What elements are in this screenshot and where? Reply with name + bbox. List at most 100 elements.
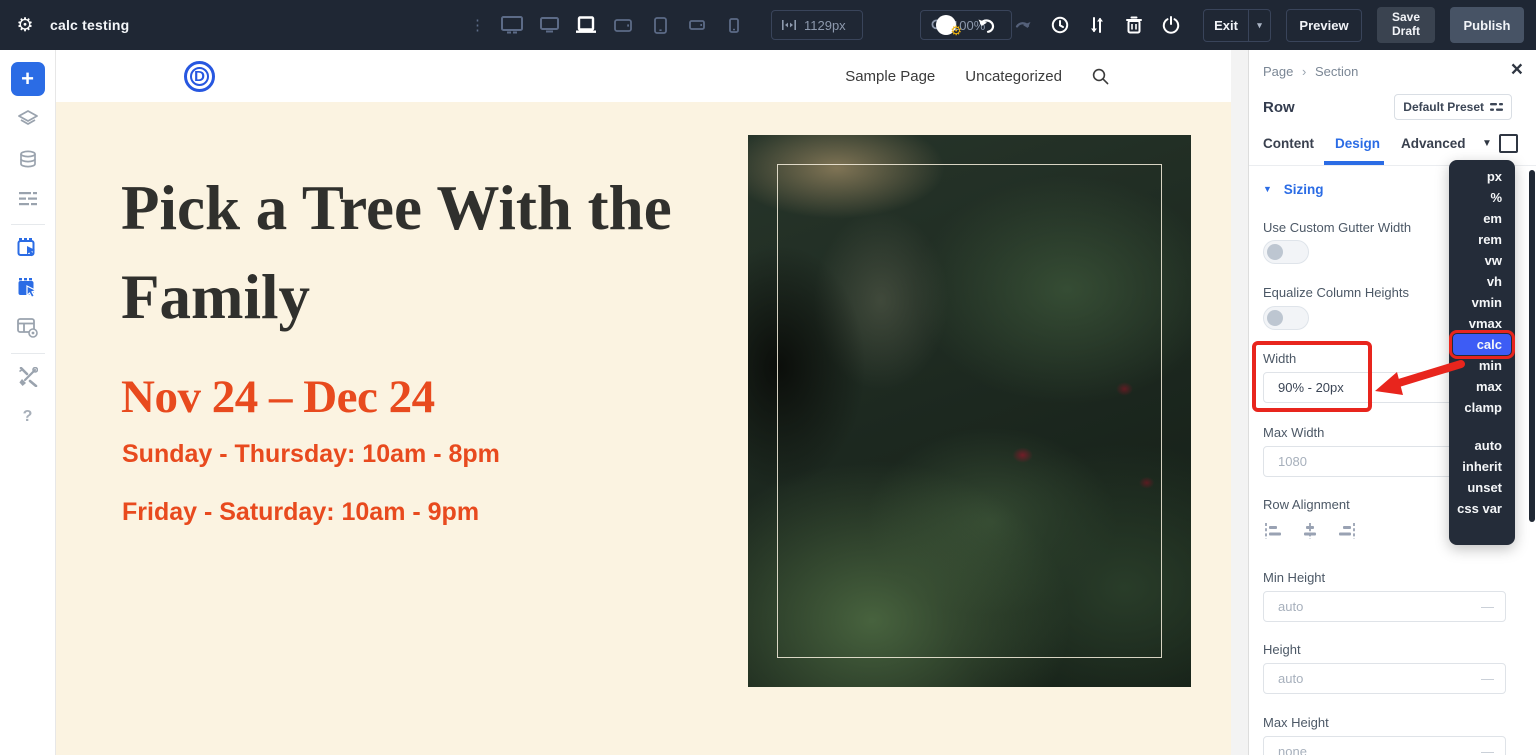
unit-option-vmin[interactable]: vmin — [1449, 292, 1515, 313]
laptop-icon-active[interactable] — [574, 12, 598, 38]
width-label: Width — [1263, 351, 1297, 366]
builder-topbar: ⚙ calc testing ⋮ 1129px 100% ⚙ Exit ▾ Pr… — [0, 0, 1536, 50]
nav-link-uncategorized[interactable]: Uncategorized — [965, 68, 1062, 85]
element-title: Row — [1263, 99, 1295, 116]
unit-option-unset[interactable]: unset — [1449, 477, 1515, 498]
min-height-label: Min Height — [1263, 570, 1326, 585]
desktop-xl-icon[interactable] — [500, 12, 524, 38]
tab-advanced[interactable]: Advanced — [1401, 136, 1466, 151]
unit-dropdown-menu: px % em rem vw vh vmin vmax calc min max… — [1449, 160, 1515, 545]
max-height-field-wrap: — — [1263, 736, 1506, 755]
unit-option-inherit[interactable]: inherit — [1449, 456, 1515, 477]
divi-logo[interactable]: D — [184, 60, 215, 92]
breadcrumb-section[interactable]: Section — [1315, 64, 1358, 79]
evergreen-photo[interactable] — [748, 135, 1191, 687]
width-arrows-icon — [782, 20, 796, 30]
unit-option-max[interactable]: max — [1449, 376, 1515, 397]
site-header: D Sample Page Uncategorized — [56, 50, 1231, 102]
default-preset-button[interactable]: Default Preset — [1394, 94, 1512, 120]
max-width-label: Max Width — [1263, 425, 1325, 440]
sort-layers-icon[interactable] — [1086, 13, 1108, 37]
max-height-label: Max Height — [1263, 715, 1329, 730]
height-label: Height — [1263, 642, 1301, 657]
sizing-title: Sizing — [1283, 182, 1324, 197]
hero-hours-fri-sat[interactable]: Friday - Saturday: 10am - 9pm — [122, 498, 479, 527]
page-title: calc testing — [50, 17, 130, 33]
close-icon[interactable]: × — [1511, 58, 1523, 82]
height-field-wrap: — — [1263, 663, 1506, 694]
responsive-square-icon[interactable] — [1499, 134, 1518, 153]
unit-option-css-var[interactable]: css var — [1449, 498, 1515, 519]
tablet-portrait-icon[interactable] — [648, 12, 672, 38]
align-left-icon[interactable] — [1263, 520, 1283, 542]
min-height-field-wrap: — — [1263, 591, 1506, 622]
preset-sliders-icon — [1490, 102, 1503, 112]
unit-option-calc-selected[interactable]: calc — [1449, 330, 1515, 359]
tools-icon[interactable] — [11, 360, 45, 394]
page-settings-icon[interactable] — [11, 311, 45, 345]
unit-option-vh[interactable]: vh — [1449, 271, 1515, 292]
page-list-icon[interactable] — [11, 182, 45, 216]
layers-icon[interactable] — [11, 102, 45, 136]
hero-dates-text[interactable]: Nov 24 – Dec 24 — [121, 370, 435, 424]
drag-handle-icon[interactable]: ⋮ — [470, 18, 485, 33]
publish-button[interactable]: Publish — [1450, 7, 1524, 43]
preview-label: Preview — [1299, 17, 1349, 33]
portability-power-icon[interactable] — [1160, 13, 1182, 37]
tab-design[interactable]: Design — [1335, 136, 1380, 151]
site-search-icon[interactable] — [1092, 68, 1109, 85]
breadcrumb-separator: › — [1302, 64, 1307, 79]
preview-button[interactable]: Preview — [1286, 8, 1362, 42]
history-icon[interactable] — [1049, 13, 1071, 37]
hero-heading[interactable]: Pick a Tree With the Family — [121, 164, 741, 343]
row-alignment-label: Row Alignment — [1263, 497, 1350, 512]
min-height-input[interactable] — [1263, 591, 1506, 622]
tablet-landscape-icon[interactable] — [611, 12, 635, 38]
unit-option-px[interactable]: px — [1449, 166, 1515, 187]
unit-option-percent[interactable]: % — [1449, 187, 1515, 208]
equalize-columns-label: Equalize Column Heights — [1263, 285, 1409, 300]
tab-content[interactable]: Content — [1263, 136, 1314, 151]
gutter-width-toggle[interactable] — [1263, 240, 1309, 264]
save-draft-button[interactable]: Save Draft — [1377, 7, 1435, 43]
default-preset-label: Default Preset — [1403, 100, 1484, 114]
nav-link-sample-page[interactable]: Sample Page — [845, 68, 935, 85]
unit-option-min[interactable]: min — [1449, 355, 1515, 376]
unit-dropdown-caret-icon[interactable]: ▼ — [1482, 138, 1492, 149]
canvas-width-input[interactable]: 1129px — [771, 10, 863, 40]
grid-mode-icon[interactable] — [11, 271, 45, 305]
trash-icon[interactable] — [1123, 13, 1145, 37]
redo-icon[interactable] — [1012, 13, 1034, 37]
settings-panel: Page › Section × Row Default Preset Cont… — [1248, 50, 1536, 755]
saved-items-icon[interactable] — [11, 142, 45, 176]
hero-hours-sun-thu[interactable]: Sunday - Thursday: 10am - 8pm — [122, 440, 500, 469]
add-module-button[interactable]: + — [10, 62, 45, 96]
height-input[interactable] — [1263, 663, 1506, 694]
phone-landscape-icon[interactable] — [685, 12, 709, 38]
panel-scrollbar[interactable] — [1529, 170, 1535, 522]
phone-portrait-icon[interactable] — [722, 12, 746, 38]
unit-option-vmax[interactable]: vmax — [1449, 313, 1515, 334]
exit-dropdown-caret-icon[interactable]: ▾ — [1248, 9, 1270, 41]
align-center-icon[interactable] — [1300, 520, 1320, 542]
unit-option-vw[interactable]: vw — [1449, 250, 1515, 271]
unit-option-em[interactable]: em — [1449, 208, 1515, 229]
unit-option-clamp[interactable]: clamp — [1449, 397, 1515, 418]
click-mode-icon[interactable] — [11, 231, 45, 265]
equalize-columns-toggle[interactable] — [1263, 306, 1309, 330]
align-right-icon[interactable] — [1337, 520, 1357, 542]
sizing-section-toggle[interactable]: ▼ Sizing — [1263, 182, 1323, 197]
undo-icon[interactable] — [975, 13, 997, 37]
hero-section[interactable]: Pick a Tree With the Family Nov 24 – Dec… — [56, 102, 1231, 755]
canvas-width-value: 1129px — [804, 17, 846, 33]
max-height-input[interactable] — [1263, 736, 1506, 755]
help-icon[interactable]: ? — [11, 400, 45, 434]
unit-option-auto[interactable]: auto — [1449, 435, 1515, 456]
divi-ai-icon[interactable]: ⚙ — [936, 13, 962, 37]
breadcrumb-page[interactable]: Page — [1263, 64, 1293, 79]
unit-option-rem[interactable]: rem — [1449, 229, 1515, 250]
row-alignment-controls — [1263, 520, 1357, 542]
builder-settings-gear-icon[interactable]: ⚙ — [0, 14, 50, 37]
exit-button[interactable]: Exit ▾ — [1203, 8, 1271, 42]
desktop-icon[interactable] — [537, 12, 561, 38]
